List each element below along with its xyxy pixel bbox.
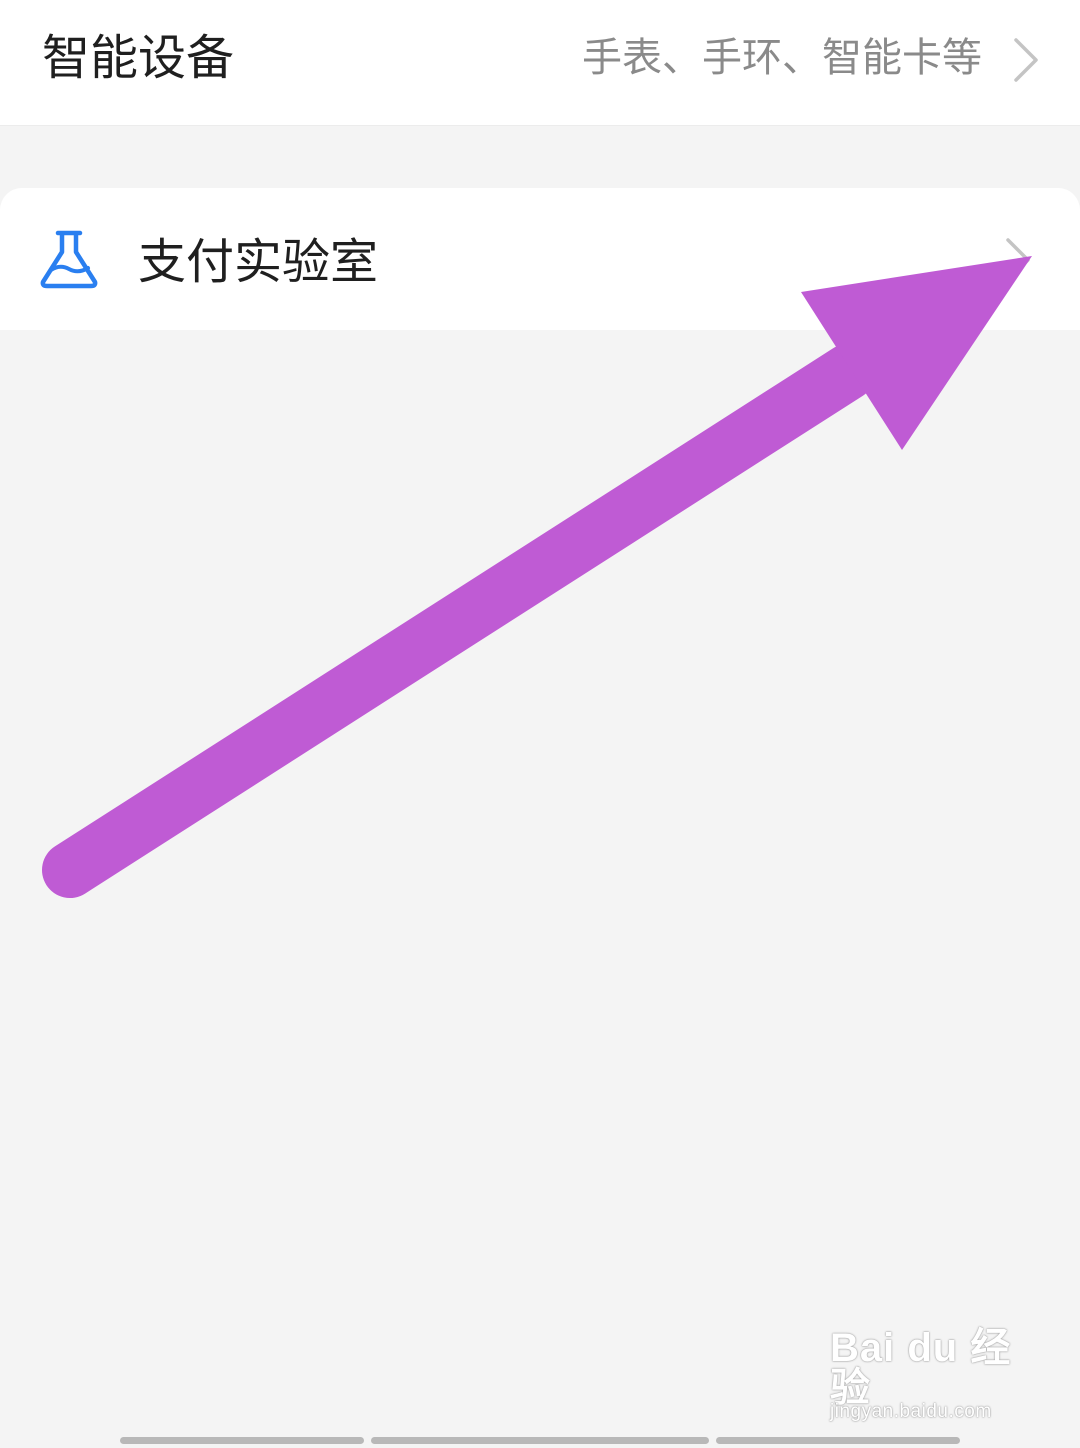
chevron-right-icon — [1006, 238, 1030, 282]
baidu-watermark: Bai du 经验 jingyan.baidu.com — [826, 1328, 1026, 1428]
home-indicator-segment — [120, 1437, 364, 1444]
smart-devices-subtitle: 手表、手环、智能卡等 — [582, 35, 982, 81]
home-indicator-segment — [371, 1437, 709, 1444]
chevron-right-icon — [1014, 38, 1038, 82]
flask-icon — [40, 230, 98, 289]
watermark-url: jingyan.baidu.com — [830, 1401, 992, 1422]
pay-lab-row[interactable]: 支付实验室 — [0, 188, 1080, 330]
smart-devices-title: 智能设备 — [42, 30, 235, 86]
home-indicator-segment — [716, 1437, 960, 1444]
smart-devices-row[interactable]: 智能设备 手表、手环、智能卡等 — [0, 0, 1080, 126]
pay-lab-title: 支付实验室 — [138, 234, 379, 290]
watermark-logo: Bai du 经验 — [830, 1326, 1012, 1410]
